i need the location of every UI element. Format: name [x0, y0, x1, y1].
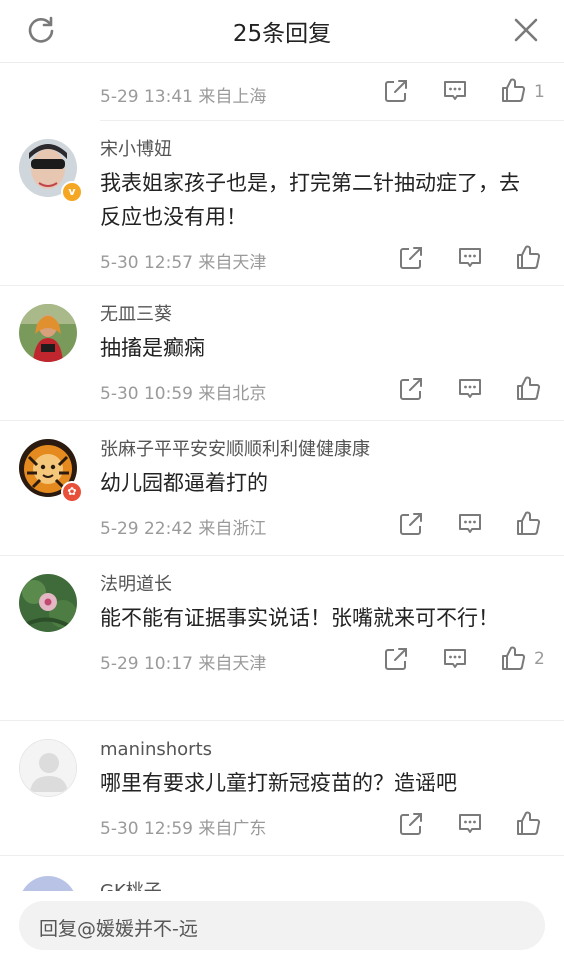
- reply-list[interactable]: 5-29 13:41 来自上海 1 v 宋小博妞 我表姐家孩子也是，打完第二针抽…: [0, 63, 564, 891]
- comment-icon[interactable]: [457, 245, 483, 271]
- thumbs-up-icon[interactable]: [515, 810, 541, 836]
- comment-icon[interactable]: [457, 376, 483, 402]
- comment-item: ✿ 张麻子平平安安顺顺利利健健康康 幼儿园都逼着打的 5-29 22:42 来自…: [0, 421, 564, 556]
- commenter-name[interactable]: maninshorts: [100, 721, 564, 762]
- comment-icon[interactable]: [442, 646, 468, 672]
- commenter-name[interactable]: GK桃子: [100, 856, 564, 891]
- avatar[interactable]: [19, 574, 77, 632]
- comment-item: 法明道长 能不能有证据事实说话！张嘴就来可不行！ 5-29 10:17 来自天津…: [0, 556, 564, 721]
- thumbs-up-icon[interactable]: [515, 510, 541, 536]
- member-badge-icon: ✿: [61, 481, 83, 503]
- header-bar: 25条回复: [0, 0, 564, 63]
- comment-meta: 5-29 13:41 来自上海: [100, 87, 267, 107]
- share-icon[interactable]: [398, 376, 424, 402]
- verified-badge-icon: v: [61, 181, 83, 203]
- thumbs-up-icon[interactable]: [515, 375, 541, 401]
- comment-text: 哪里有要求儿童打新冠疫苗的？造谣吧: [100, 771, 457, 795]
- comment-meta: 5-30 12:57 来自天津: [100, 253, 267, 273]
- comment-text: 我表姐家孩子也是，打完第二针抽动症了，去反应也没有用！: [100, 171, 520, 229]
- comment-icon[interactable]: [442, 78, 468, 104]
- comment-icon[interactable]: [457, 511, 483, 537]
- reply-input[interactable]: 回复@媛媛并不-远: [19, 901, 545, 950]
- like-count: 2: [534, 649, 545, 669]
- comment-item: v 宋小博妞 我表姐家孩子也是，打完第二针抽动症了，去反应也没有用！ 5-30 …: [0, 121, 564, 286]
- close-icon[interactable]: [512, 16, 540, 44]
- comment-meta: 5-30 12:59 来自广东: [100, 819, 267, 839]
- commenter-name[interactable]: 无皿三葵: [100, 286, 564, 327]
- share-icon[interactable]: [398, 511, 424, 537]
- avatar[interactable]: [19, 739, 77, 797]
- thumbs-up-icon[interactable]: [500, 77, 526, 103]
- share-icon[interactable]: [398, 811, 424, 837]
- comment-meta: 5-30 10:59 来自北京: [100, 384, 267, 404]
- comment-meta: 5-29 22:42 来自浙江: [100, 519, 267, 539]
- comment-meta-row: 5-29 22:42 来自浙江: [100, 500, 564, 555]
- parent-comment-meta: 5-29 13:41 来自上海 1: [100, 63, 564, 121]
- like-count: 1: [534, 82, 545, 102]
- comment-text: 幼儿园都逼着打的: [100, 471, 268, 495]
- share-icon[interactable]: [398, 245, 424, 271]
- comment-meta-row: 5-30 12:59 来自广东: [100, 800, 564, 855]
- share-icon[interactable]: [383, 78, 409, 104]
- comment-item: maninshorts 哪里有要求儿童打新冠疫苗的？造谣吧 5-30 12:59…: [0, 721, 564, 856]
- comment-item: 无皿三葵 抽搐是癫痫 5-30 10:59 来自北京: [0, 286, 564, 421]
- avatar[interactable]: [19, 876, 77, 891]
- page-title: 25条回复: [232, 21, 332, 47]
- comment-item: GK桃子: [0, 856, 564, 891]
- thumbs-up-icon[interactable]: [500, 645, 526, 671]
- comment-meta-row: 5-30 10:59 来自北京: [100, 365, 564, 420]
- reply-footer: 回复@媛媛并不-远: [0, 891, 564, 960]
- comment-meta-row: 5-30 12:57 来自天津: [100, 234, 564, 289]
- thumbs-up-icon[interactable]: [515, 244, 541, 270]
- commenter-name[interactable]: 宋小博妞: [100, 121, 564, 162]
- reply-placeholder: 回复@媛媛并不-远: [39, 918, 198, 940]
- comment-icon[interactable]: [457, 811, 483, 837]
- avatar[interactable]: [19, 304, 77, 362]
- commenter-name[interactable]: 张麻子平平安安顺顺利利健健康康: [100, 421, 564, 462]
- share-icon[interactable]: [383, 646, 409, 672]
- comment-meta: 5-29 10:17 来自天津: [100, 654, 267, 674]
- comment-text: 抽搐是癫痫: [100, 336, 205, 360]
- comment-meta-row: 5-29 10:17 来自天津 2: [100, 635, 564, 690]
- comment-text: 能不能有证据事实说话！张嘴就来可不行！: [100, 606, 499, 630]
- commenter-name[interactable]: 法明道长: [100, 556, 564, 597]
